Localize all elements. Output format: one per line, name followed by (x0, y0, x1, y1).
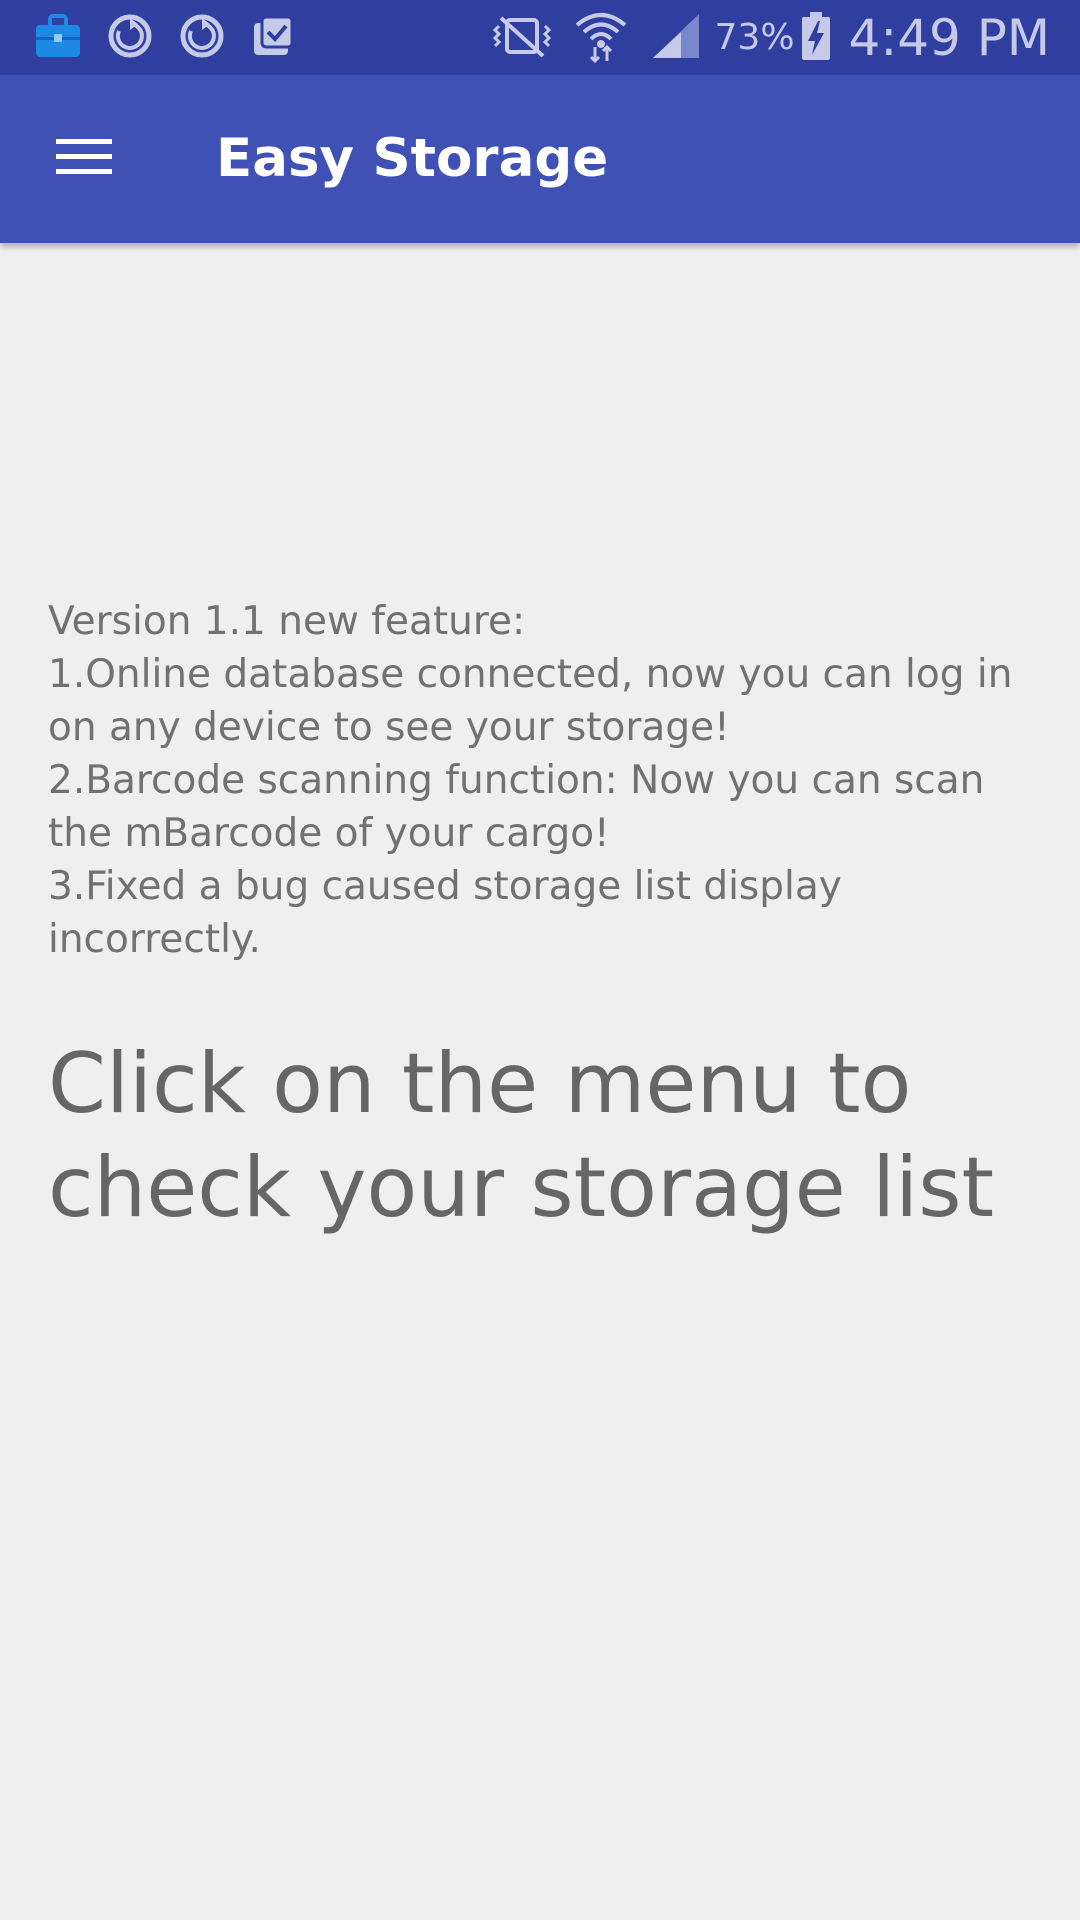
feature-notes-line: 2.Barcode scanning function: Now you can… (48, 758, 985, 803)
battery-percent: 73% (714, 17, 795, 58)
feature-notes-line: incorrectly. (48, 917, 261, 962)
instruction-line: Click on the menu to (48, 1035, 912, 1132)
app-title: Easy Storage (216, 128, 609, 189)
briefcase-icon (34, 13, 82, 63)
main-content: Version 1.1 new feature: 1.Online databa… (48, 595, 1038, 1240)
clipboard-check-icon (250, 13, 296, 63)
instruction-line: check your storage list (48, 1139, 994, 1236)
wifi-icon (573, 9, 629, 67)
instruction-text: Click on the menu to check your storage … (48, 1032, 1038, 1240)
feature-notes-heading: Version 1.1 new feature: (48, 599, 526, 644)
battery-charging-icon (801, 11, 831, 65)
feature-notes-line: 3.Fixed a bug caused storage list displa… (48, 864, 842, 909)
feature-notes-line: the mBarcode of your cargo! (48, 811, 610, 856)
feature-notes-line: on any device to see your storage! (48, 705, 730, 750)
menu-button[interactable] (40, 119, 128, 199)
signal-icon (651, 12, 701, 64)
sync-icon (178, 12, 226, 64)
status-bar: 73% 4:49 PM (0, 0, 1080, 75)
system-icons: 73% 4:49 PM (485, 0, 1050, 75)
status-time: 4:49 PM (848, 8, 1050, 67)
notification-icons (34, 12, 296, 64)
hamburger-menu-icon (56, 137, 112, 181)
sync-icon (106, 12, 154, 64)
feature-notes-line: 1.Online database connected, now you can… (48, 652, 1013, 697)
feature-notes: Version 1.1 new feature: 1.Online databa… (48, 595, 1038, 966)
app-bar: Easy Storage (0, 75, 1080, 243)
vibrate-mute-icon (485, 12, 559, 64)
